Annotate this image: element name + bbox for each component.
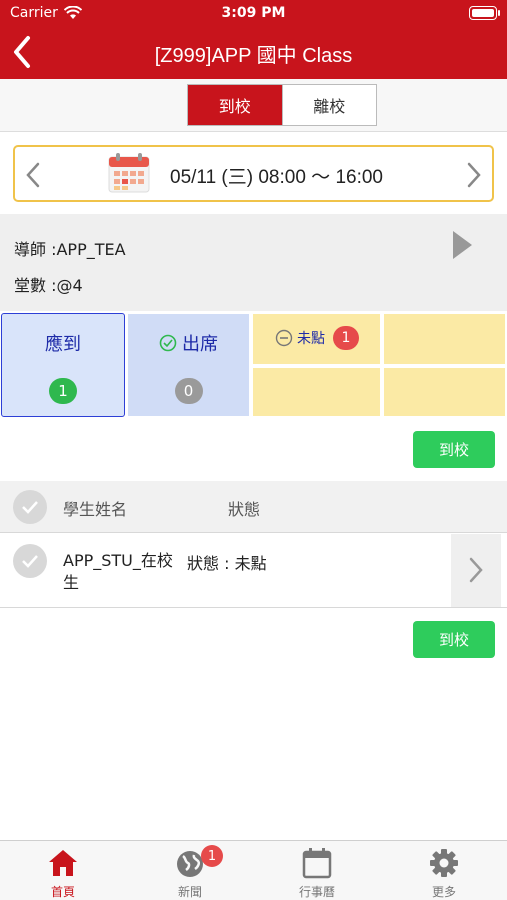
table-header: 學生姓名 狀態 xyxy=(0,481,507,533)
row-detail-button[interactable] xyxy=(451,534,501,607)
tab-calendar[interactable]: 行事曆 xyxy=(254,841,380,900)
news-badge: 1 xyxy=(201,845,223,867)
arrival-departure-segment: 到校 離校 xyxy=(187,84,377,126)
attendance-stats: 應到 1 出席 0 未點 1 xyxy=(0,312,507,417)
top-bar: Carrier 3:09 PM [Z999]APP 國中 Class xyxy=(0,0,507,79)
unmarked-label: 未點 xyxy=(297,331,325,347)
row-checkbox[interactable] xyxy=(13,544,47,578)
status-bar: Carrier 3:09 PM xyxy=(0,0,507,28)
minus-circle-icon xyxy=(275,329,293,347)
battery-icon xyxy=(469,6,500,20)
column-status: 狀態 xyxy=(228,500,261,519)
unmarked-count: 1 xyxy=(333,326,359,350)
calendar-icon xyxy=(302,848,332,879)
next-date-button[interactable] xyxy=(464,161,484,189)
teacher-label: 導師 :APP_TEA xyxy=(14,240,126,259)
tab-home[interactable]: 首頁 xyxy=(0,841,126,900)
date-text: 05/11 (三) 08:00 ～ 16:00 xyxy=(170,167,383,188)
column-name: 學生姓名 xyxy=(63,500,128,519)
tab-home-label: 首頁 xyxy=(50,885,75,899)
calendar-icon xyxy=(108,153,150,193)
tab-bar: 首頁 1 新聞 行事曆 更多 xyxy=(0,840,507,900)
navigation-bar: [Z999]APP 國中 Class xyxy=(0,28,507,79)
segment-leave[interactable]: 離校 xyxy=(281,85,376,125)
tab-calendar-label: 行事曆 xyxy=(298,885,335,899)
student-name: APP_STU_在校生 xyxy=(63,551,173,592)
class-info: 導師 :APP_TEA 堂數 :@4 xyxy=(0,214,507,311)
back-button[interactable] xyxy=(6,32,40,72)
unmarked-tile[interactable]: 未點 1 xyxy=(252,313,381,365)
prev-date-button[interactable] xyxy=(23,161,43,189)
play-icon[interactable] xyxy=(451,230,473,260)
gear-icon xyxy=(430,849,458,877)
check-circle-icon xyxy=(159,334,177,352)
tab-news[interactable]: 1 新聞 xyxy=(127,841,253,900)
empty-tile xyxy=(383,367,506,417)
segment-bar: 到校 離校 xyxy=(0,79,507,132)
chevron-right-icon xyxy=(469,557,483,583)
battery-fill xyxy=(472,9,494,17)
tab-more-label: 更多 xyxy=(431,885,456,899)
status-time: 3:09 PM xyxy=(221,5,286,21)
home-icon xyxy=(49,850,77,876)
tab-more[interactable]: 更多 xyxy=(381,841,507,900)
present-label: 出席 xyxy=(182,334,218,355)
present-tile[interactable]: 出席 0 xyxy=(127,313,250,417)
tab-news-label: 新聞 xyxy=(177,885,202,899)
arrive-button-bottom[interactable]: 到校 xyxy=(413,621,495,658)
present-count: 0 xyxy=(174,378,203,404)
expected-tile[interactable]: 應到 1 xyxy=(1,313,125,417)
page-title: [Z999]APP 國中 Class xyxy=(154,45,353,67)
checkmark-icon xyxy=(22,555,38,568)
checkmark-icon xyxy=(22,501,38,514)
date-selector: 05/11 (三) 08:00 ～ 16:00 xyxy=(13,145,494,202)
chevron-left-icon xyxy=(14,36,30,68)
expected-count: 1 xyxy=(49,378,77,404)
table-row[interactable]: APP_STU_在校生 狀態 : 未點 xyxy=(0,534,507,608)
segment-arrive[interactable]: 到校 xyxy=(188,85,282,125)
session-count: 堂數 :@4 xyxy=(14,276,83,295)
arrive-button-top[interactable]: 到校 xyxy=(413,431,495,468)
expected-label: 應到 xyxy=(45,334,81,355)
empty-tile xyxy=(383,313,506,365)
select-all-checkbox[interactable] xyxy=(13,490,47,524)
empty-tile xyxy=(252,367,381,417)
